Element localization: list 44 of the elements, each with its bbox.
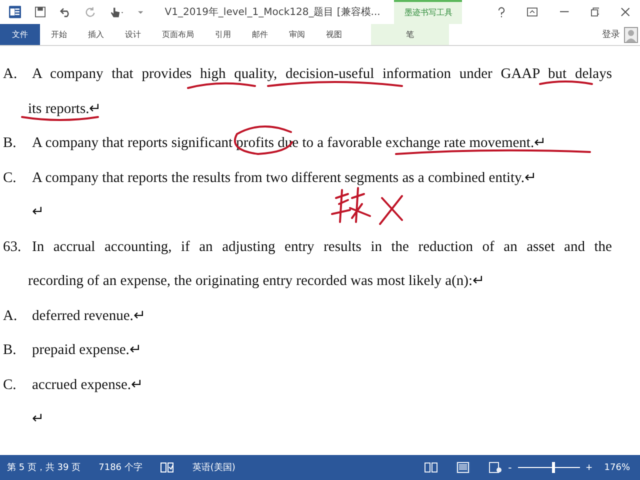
item-label: C. (3, 168, 18, 188)
text-line: recording of an expense, the originating entry recorded was most likely a(n):↵ (28, 272, 486, 291)
touch-mode-icon[interactable] (110, 6, 124, 18)
customize-toolbar-icon[interactable] (138, 10, 143, 14)
web-layout-icon[interactable] (488, 462, 502, 473)
language-indicator[interactable]: 英语(美国) (192, 461, 236, 474)
zoom-in-button[interactable]: + (586, 462, 592, 474)
book-icon[interactable] (160, 462, 174, 473)
item-label: A. (3, 65, 18, 84)
ribbon-tab[interactable]: 笔 (371, 24, 449, 45)
text-line: its reports.↵ (28, 100, 102, 118)
item-label: 63. (3, 238, 22, 256)
undo-icon[interactable] (60, 6, 72, 18)
text-line: A company that reports the results from two different segments as a combined entity.↵ (32, 168, 538, 188)
page-count[interactable]: 第 5 页，共 39 页 (7, 461, 81, 474)
paragraph-mark: ↵ (32, 203, 45, 222)
file-tab[interactable]: 文件 (0, 24, 40, 45)
word-count[interactable]: 7186 个字 (98, 461, 142, 474)
text-line: In accrual accounting, if an adjusting entry results in the reduction of an asset and the (32, 238, 612, 256)
zoom-out-button[interactable]: - (508, 462, 512, 474)
sign-in-link[interactable]: 登录 (598, 24, 624, 45)
context-tab-group: 墨迹书写工具 (394, 0, 462, 24)
read-mode-icon[interactable] (424, 462, 438, 473)
item-label: A. (3, 306, 18, 326)
save-icon[interactable] (35, 6, 46, 18)
avatar-icon[interactable] (624, 26, 638, 42)
text-line: accrued expense.↵ (32, 376, 144, 394)
zoom-level[interactable]: 176% (604, 462, 630, 472)
text-line: A company that provides high quality, decision-useful information under GAAP but delays (32, 65, 612, 84)
text-line: deferred revenue.↵ (32, 306, 146, 326)
close-icon[interactable] (621, 7, 630, 17)
help-icon[interactable] (498, 6, 506, 18)
paragraph-mark: ↵ (32, 410, 45, 429)
minimize-icon[interactable] (560, 11, 569, 13)
item-label: C. (3, 376, 18, 394)
item-label: B. (3, 341, 18, 360)
print-layout-icon[interactable] (456, 462, 470, 473)
zoom-slider-thumb[interactable] (552, 462, 555, 473)
restore-icon[interactable] (590, 7, 600, 17)
text-line: prepaid expense.↵ (32, 341, 142, 360)
item-label: B. (3, 134, 18, 153)
ribbon-display-icon[interactable] (527, 7, 538, 17)
word-app-icon[interactable] (9, 5, 22, 19)
window-title: V1_2019年_level_1_Mock128_题目 [兼容模... (164, 6, 380, 19)
